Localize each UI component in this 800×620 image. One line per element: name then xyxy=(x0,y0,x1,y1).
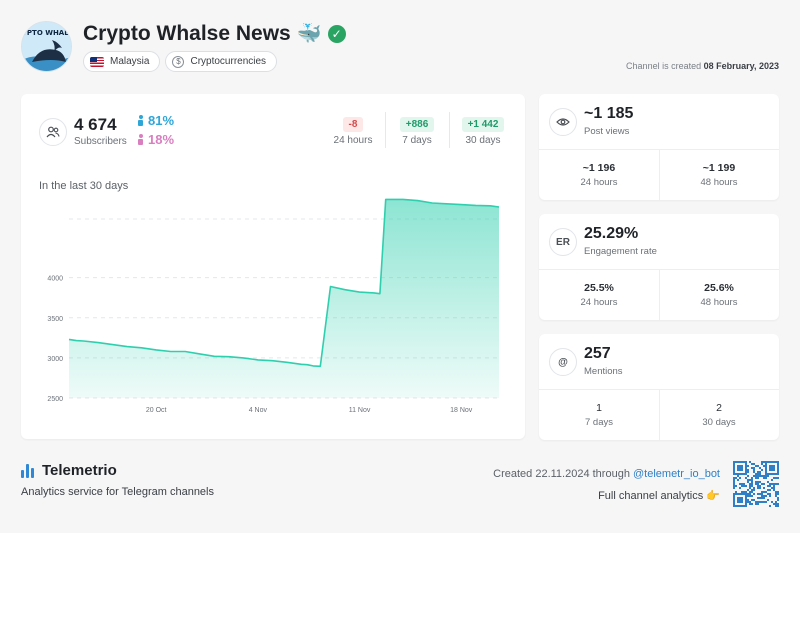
channel-title-row: Crypto Whalse News 🐳 ✓ xyxy=(83,21,346,46)
post-views-label: Post views xyxy=(584,126,630,137)
cell-label: 48 hours xyxy=(700,177,738,188)
tag-category-label: Cryptocurrencies xyxy=(190,56,267,67)
stat-card-engagement: ER 25.29% Engagement rate 25.5% 24 hours… xyxy=(539,214,779,320)
x-tick-label: 20 Oct xyxy=(146,407,167,414)
channel-tags: Malaysia $ Cryptocurrencies xyxy=(83,51,278,72)
mentions-30d: 2 30 days xyxy=(659,402,779,428)
cell-value: ~1 196 xyxy=(582,162,616,174)
cell-label: 30 days xyxy=(702,417,736,428)
x-tick-label: 4 Nov xyxy=(249,407,268,414)
qr-finder-center xyxy=(737,465,743,471)
post-views-value: ~1 185 xyxy=(584,105,634,122)
whale-emoji-icon: 🐳 xyxy=(296,23,322,45)
report-created: Created 22.11.2024 through @telemetr_io_… xyxy=(493,468,720,480)
engagement-label: Engagement rate xyxy=(584,246,657,257)
qr-finder-center xyxy=(769,465,775,471)
engagement-48h: 25.6% 48 hours xyxy=(659,282,779,308)
eye-icon xyxy=(549,108,577,136)
at-icon: @ xyxy=(549,348,577,376)
qr-finder-center xyxy=(737,497,743,503)
channel-name[interactable]: Crypto Whalse News xyxy=(83,22,291,46)
cell-value: ~1 199 xyxy=(702,162,736,174)
stat-card-post-views: ~1 185 Post views ~1 196 24 hours ~1 199… xyxy=(539,94,779,200)
created-prefix: Channel is created xyxy=(626,61,702,71)
mentions-label: Mentions xyxy=(584,366,623,377)
subscribers-chart: 2500 3000 3500 4000 20 Oct 4 Nov 11 Nov 18 Nov xyxy=(47,198,500,414)
cell-label: 7 days xyxy=(585,417,613,428)
cell-value: 25.6% xyxy=(704,282,734,294)
x-tick-label: 18 Nov xyxy=(450,407,473,414)
tag-category[interactable]: $ Cryptocurrencies xyxy=(165,51,278,72)
series-area xyxy=(69,199,499,398)
bot-link[interactable]: @telemetr_io_bot xyxy=(633,468,720,480)
post-views-24h: ~1 196 24 hours xyxy=(539,162,659,188)
channel-avatar[interactable]: YPTO WHALL xyxy=(21,21,72,72)
mentions-7d: 1 7 days xyxy=(539,402,659,428)
avatar-text: YPTO WHALL xyxy=(22,29,72,37)
tag-country-label: Malaysia xyxy=(110,56,150,67)
report-created-prefix: Created 22.11.2024 through xyxy=(493,468,633,480)
subscribers-card: 4 674 Subscribers 81% 18% -8 24 hours +8… xyxy=(21,94,525,439)
cell-label: 48 hours xyxy=(700,297,738,308)
channel-created-date: Channel is created 08 February, 2023 xyxy=(626,61,779,71)
cell-value: 2 xyxy=(716,402,722,414)
stat-card-mentions: @ 257 Mentions 1 7 days 2 30 days xyxy=(539,334,779,440)
mentions-value: 257 xyxy=(584,345,611,362)
cell-label: 24 hours xyxy=(580,297,618,308)
er-icon: ER xyxy=(549,228,577,256)
x-tick-label: 11 Nov xyxy=(349,407,371,414)
report-frame: YPTO WHALL Crypto Whalse News 🐳 ✓ Malays… xyxy=(0,0,800,533)
y-tick-label: 4000 xyxy=(47,276,63,283)
brand[interactable]: Telemetrio xyxy=(21,462,117,479)
malaysia-flag-icon xyxy=(90,56,104,67)
telemetrio-logo-icon xyxy=(21,463,34,478)
brand-name: Telemetrio xyxy=(42,462,117,479)
y-tick-label: 3500 xyxy=(47,316,63,323)
qr-code-icon[interactable] xyxy=(733,461,779,507)
engagement-value: 25.29% xyxy=(584,225,639,242)
tag-country[interactable]: Malaysia xyxy=(83,51,161,72)
brand-tagline: Analytics service for Telegram channels xyxy=(21,486,214,498)
cell-value: 1 xyxy=(596,402,602,414)
verified-check-icon: ✓ xyxy=(327,24,346,43)
post-views-48h: ~1 199 48 hours xyxy=(659,162,779,188)
cell-label: 24 hours xyxy=(580,177,618,188)
y-tick-label: 3000 xyxy=(47,356,63,363)
created-date: 08 February, 2023 xyxy=(703,61,779,71)
y-tick-label: 2500 xyxy=(47,396,63,403)
engagement-24h: 25.5% 24 hours xyxy=(539,282,659,308)
cell-value: 25.5% xyxy=(584,282,614,294)
coin-icon: $ xyxy=(172,55,185,68)
full-analytics-text[interactable]: Full channel analytics 👉 xyxy=(598,489,720,502)
